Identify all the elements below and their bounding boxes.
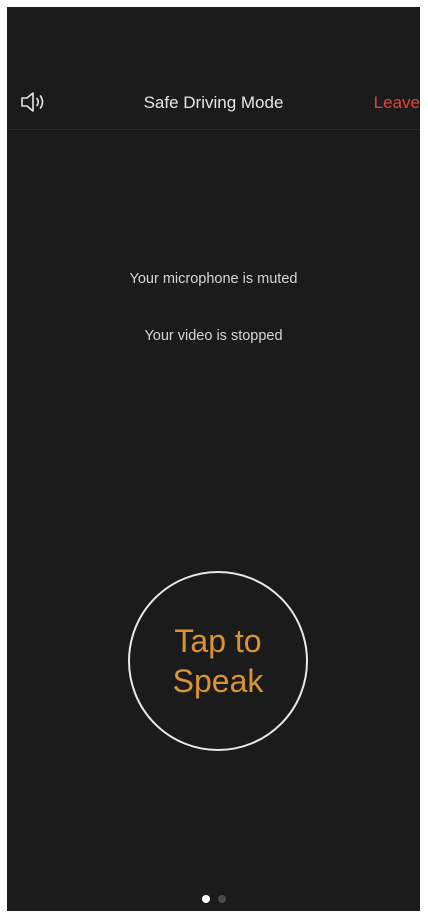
page-dot[interactable] [217, 895, 226, 903]
page-indicator [7, 895, 420, 903]
tap-to-speak-label: Tap to Speak [172, 623, 264, 699]
page-title: Safe Driving Mode [143, 93, 284, 112]
tap-to-speak-button[interactable]: Tap to Speak [128, 571, 308, 751]
microphone-status: Your microphone is muted [129, 271, 298, 287]
leave-button[interactable]: Leave [374, 93, 420, 113]
safe-driving-screen: Safe Driving Mode Leave Your microphone … [7, 7, 420, 911]
video-status: Your video is stopped [144, 328, 283, 344]
top-bar: Safe Driving Mode Leave [7, 81, 420, 130]
page-dot-active[interactable] [201, 895, 210, 903]
